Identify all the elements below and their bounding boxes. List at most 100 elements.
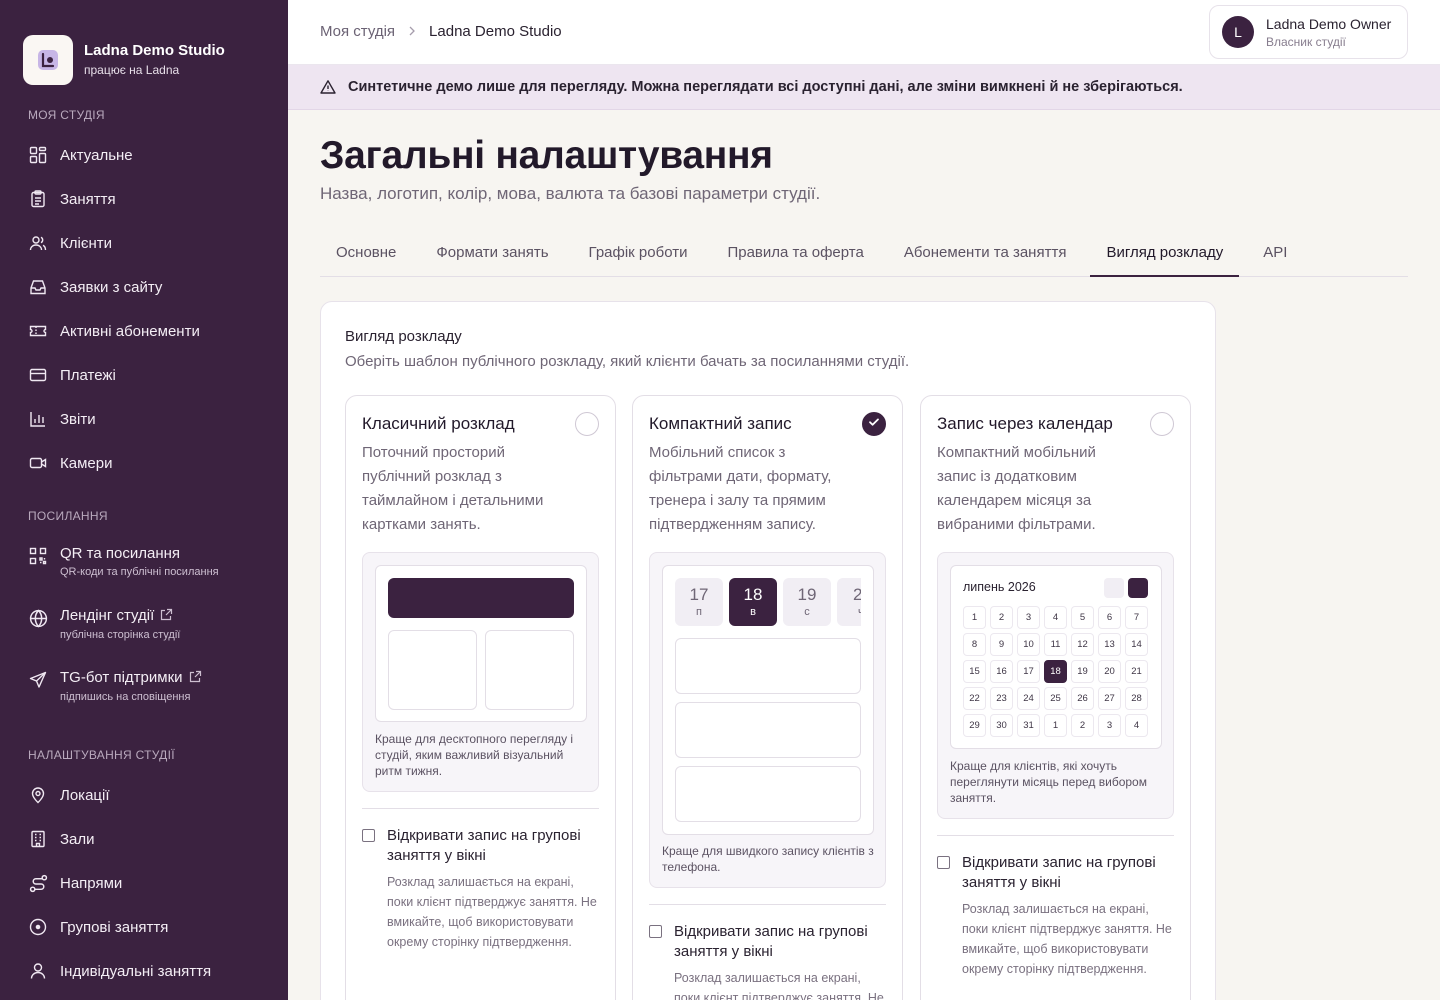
calendar-day: 4 [1125, 714, 1148, 737]
sidebar-item-locations[interactable]: Локації [0, 773, 288, 817]
demo-banner-text: Синтетичне демо лише для перегляду. Можн… [348, 79, 1183, 95]
checkbox-hint: Розклад залишається на екрані, поки кліє… [674, 971, 884, 1000]
main-content: Загальні налаштування Назва, логотип, ко… [288, 110, 1440, 1000]
circle-dot-icon [28, 917, 48, 937]
sidebar-item-directions[interactable]: Напрями [0, 861, 288, 905]
calendar-day: 15 [963, 660, 986, 683]
settings-tabs: Основне Формати занять Графік роботи Пра… [320, 230, 1408, 277]
qr-icon [28, 546, 48, 566]
calendar-next-button [1128, 578, 1148, 598]
sidebar-item-qr-links[interactable]: QR та посилання QR-коди та публічні поси… [0, 536, 288, 598]
preview-card [485, 630, 574, 710]
page-title: Загальні налаштування [320, 134, 773, 177]
option-note: Краще для десктопного перегляду і студій… [375, 732, 574, 778]
demo-banner: Синтетичне демо лише для перегляду. Можн… [288, 65, 1440, 110]
breadcrumb-current: Ladna Demo Studio [429, 23, 562, 40]
sidebar-item-landing[interactable]: Лендінг студії публічна сторінка студії [0, 598, 288, 660]
building-icon [28, 829, 48, 849]
calendar-day: 11 [1044, 633, 1067, 656]
tab-passes-classes[interactable]: Абонементи та заняття [888, 230, 1083, 277]
option-radio-selected[interactable] [862, 412, 886, 436]
preview-slot [675, 638, 861, 694]
calendar-day-selected: 18 [1044, 660, 1067, 683]
tab-basic[interactable]: Основне [320, 230, 412, 277]
calendar-day: 4 [1044, 606, 1067, 629]
option-description: Компактний мобільний запис із додатковим… [937, 444, 1096, 533]
sidebar-item-tg-bot[interactable]: TG-бот підтримки підпишись на сповіщення [0, 660, 288, 722]
tab-working-hours[interactable]: Графік роботи [573, 230, 704, 277]
sidebar-section-links: ПОСИЛАННЯ [28, 509, 108, 523]
preview-day: 17 п [675, 578, 723, 626]
tab-api[interactable]: API [1247, 230, 1303, 277]
option-title: Запис через календар [937, 414, 1113, 433]
sidebar-section-my-studio: МОЯ СТУДІЯ [28, 108, 105, 122]
video-icon [28, 453, 48, 473]
option-radio[interactable] [575, 412, 599, 436]
brand[interactable]: Ladna Demo Studio працює на Ladna [0, 0, 288, 96]
calendar-day: 6 [1098, 606, 1121, 629]
studio-powered-by: працює на Ladna [84, 63, 180, 77]
tab-class-formats[interactable]: Формати занять [420, 230, 564, 277]
ticket-icon [28, 321, 48, 341]
sidebar-item-clients[interactable]: Клієнти [0, 221, 288, 265]
sidebar-item-cameras[interactable]: Камери [0, 441, 288, 485]
option-preview: 17п 18в 19с 2ч Краще для швидкого запису… [649, 552, 886, 888]
calendar-day: 19 [1071, 660, 1094, 683]
popup-booking-setting: Відкривати запис на групові заняття у ві… [937, 853, 1177, 979]
tab-rules-offer[interactable]: Правила та оферта [711, 230, 879, 277]
calendar-day: 13 [1098, 633, 1121, 656]
tab-schedule-view[interactable]: Вигляд розкладу [1090, 230, 1240, 277]
sidebar-item-halls[interactable]: Зали [0, 817, 288, 861]
preview-frame [375, 565, 587, 722]
checkbox-label: Відкривати запис на групові заняття у ві… [387, 827, 581, 864]
calendar-day: 7 [1125, 606, 1148, 629]
sidebar-item-site-requests[interactable]: Заявки з сайту [0, 265, 288, 309]
template-option-classic[interactable]: Класичний розклад Поточний просторий пуб… [345, 395, 616, 1000]
option-radio[interactable] [1150, 412, 1174, 436]
sidebar: Ladna Demo Studio працює на Ladna МОЯ СТ… [0, 0, 288, 1000]
sidebar-item-active-passes[interactable]: Активні абонементи [0, 309, 288, 353]
bar-chart-icon [28, 409, 48, 429]
clipboard-icon [28, 189, 48, 209]
check-icon [868, 415, 880, 433]
preview-slot [675, 702, 861, 758]
checkbox-hint: Розклад залишається на екрані, поки кліє… [962, 902, 1172, 976]
option-title: Компактний запис [649, 414, 792, 433]
popup-booking-checkbox[interactable] [362, 829, 375, 842]
calendar-day: 23 [990, 687, 1013, 710]
warning-icon [320, 79, 336, 95]
calendar-day: 22 [963, 687, 986, 710]
sidebar-item-group-classes[interactable]: Групові заняття [0, 905, 288, 949]
calendar-day: 27 [1098, 687, 1121, 710]
popup-booking-checkbox[interactable] [649, 925, 662, 938]
top-header: Моя студія Ladna Demo Studio L Ladna Dem… [288, 0, 1440, 65]
preview-header-bar [388, 578, 574, 618]
user-icon [28, 961, 48, 981]
preview-frame: липень 2026 1 2 3 4 5 6 7 8 9 10 11 12 13 14 15 16 17 18 1… [950, 565, 1162, 749]
calendar-day: 5 [1071, 606, 1094, 629]
calendar-day: 28 [1125, 687, 1148, 710]
template-option-calendar[interactable]: Запис через календар Компактний мобільни… [920, 395, 1191, 1000]
preview-slot [675, 766, 861, 822]
popup-booking-setting: Відкривати запис на групові заняття у ві… [649, 922, 889, 1000]
template-option-compact[interactable]: Компактний запис Мобільний список з філь… [632, 395, 903, 1000]
calendar-day: 1 [963, 606, 986, 629]
checkbox-label: Відкривати запис на групові заняття у ві… [674, 923, 868, 960]
popup-booking-setting: Відкривати запис на групові заняття у ві… [362, 826, 602, 952]
preview-day-selected: 18 в [729, 578, 777, 626]
section-subtitle: Оберіть шаблон публічного розкладу, який… [345, 353, 910, 370]
globe-icon [28, 608, 48, 628]
option-preview: Краще для десктопного перегляду і студій… [362, 552, 599, 792]
calendar-day: 21 [1125, 660, 1148, 683]
studio-name: Ladna Demo Studio [84, 42, 225, 59]
sidebar-item-payments[interactable]: Платежі [0, 353, 288, 397]
user-menu[interactable]: L Ladna Demo Owner Власник студії [1209, 5, 1408, 59]
sidebar-item-current[interactable]: Актуальне [0, 133, 288, 177]
breadcrumb-my-studio[interactable]: Моя студія [320, 23, 395, 40]
calendar-month: липень 2026 [963, 580, 1036, 594]
sidebar-item-individual-classes[interactable]: Індивідуальні заняття [0, 949, 288, 993]
send-icon [28, 670, 48, 690]
sidebar-item-reports[interactable]: Звіти [0, 397, 288, 441]
popup-booking-checkbox[interactable] [937, 856, 950, 869]
sidebar-item-classes[interactable]: Заняття [0, 177, 288, 221]
